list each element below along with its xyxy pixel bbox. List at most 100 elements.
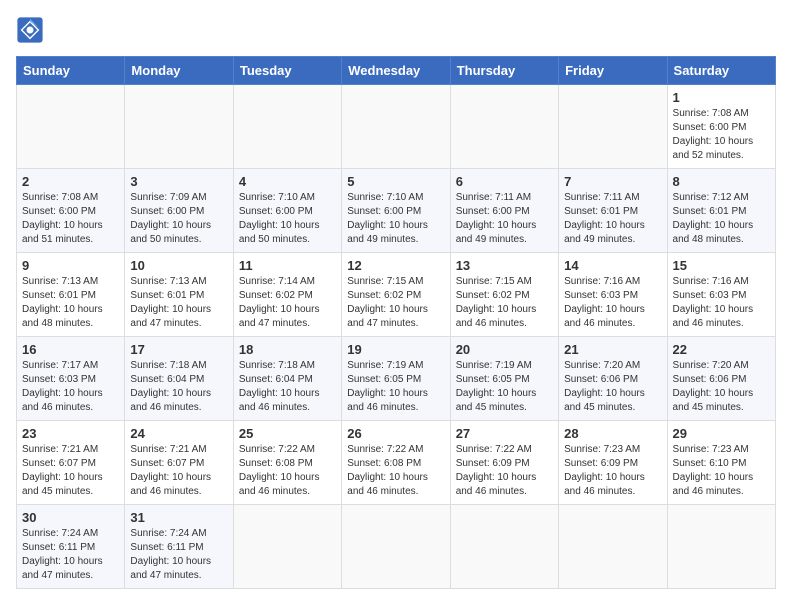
day-number: 31	[130, 510, 227, 525]
day-number: 25	[239, 426, 336, 441]
calendar-day-cell: 7 Sunrise: 7:11 AM Sunset: 6:01 PM Dayli…	[559, 169, 667, 253]
day-number: 4	[239, 174, 336, 189]
day-info: Sunrise: 7:21 AM Sunset: 6:07 PM Dayligh…	[22, 443, 119, 499]
calendar-day-cell	[342, 85, 450, 169]
day-number: 21	[564, 342, 661, 357]
calendar-day-cell: 11 Sunrise: 7:14 AM Sunset: 6:02 PM Dayl…	[233, 253, 341, 337]
calendar-day-cell: 13 Sunrise: 7:15 AM Sunset: 6:02 PM Dayl…	[450, 253, 558, 337]
day-info: Sunrise: 7:19 AM Sunset: 6:05 PM Dayligh…	[456, 359, 553, 415]
day-info: Sunrise: 7:22 AM Sunset: 6:09 PM Dayligh…	[456, 443, 553, 499]
day-number: 9	[22, 258, 119, 273]
calendar-day-cell: 29 Sunrise: 7:23 AM Sunset: 6:10 PM Dayl…	[667, 421, 775, 505]
calendar-day-cell: 6 Sunrise: 7:11 AM Sunset: 6:00 PM Dayli…	[450, 169, 558, 253]
day-info: Sunrise: 7:11 AM Sunset: 6:01 PM Dayligh…	[564, 191, 661, 247]
day-info: Sunrise: 7:18 AM Sunset: 6:04 PM Dayligh…	[130, 359, 227, 415]
calendar-day-cell: 14 Sunrise: 7:16 AM Sunset: 6:03 PM Dayl…	[559, 253, 667, 337]
weekday-header: Tuesday	[233, 57, 341, 85]
calendar-day-cell: 10 Sunrise: 7:13 AM Sunset: 6:01 PM Dayl…	[125, 253, 233, 337]
day-info: Sunrise: 7:15 AM Sunset: 6:02 PM Dayligh…	[456, 275, 553, 331]
calendar-day-cell	[667, 505, 775, 589]
calendar-day-cell: 12 Sunrise: 7:15 AM Sunset: 6:02 PM Dayl…	[342, 253, 450, 337]
logo	[16, 16, 48, 44]
calendar-day-cell: 1 Sunrise: 7:08 AM Sunset: 6:00 PM Dayli…	[667, 85, 775, 169]
day-number: 1	[673, 90, 770, 105]
calendar-day-cell: 20 Sunrise: 7:19 AM Sunset: 6:05 PM Dayl…	[450, 337, 558, 421]
calendar-day-cell: 8 Sunrise: 7:12 AM Sunset: 6:01 PM Dayli…	[667, 169, 775, 253]
calendar-day-cell: 9 Sunrise: 7:13 AM Sunset: 6:01 PM Dayli…	[17, 253, 125, 337]
calendar-week-row: 23 Sunrise: 7:21 AM Sunset: 6:07 PM Dayl…	[17, 421, 776, 505]
day-number: 20	[456, 342, 553, 357]
day-info: Sunrise: 7:10 AM Sunset: 6:00 PM Dayligh…	[239, 191, 336, 247]
day-info: Sunrise: 7:16 AM Sunset: 6:03 PM Dayligh…	[564, 275, 661, 331]
calendar-day-cell	[559, 505, 667, 589]
calendar-day-cell: 23 Sunrise: 7:21 AM Sunset: 6:07 PM Dayl…	[17, 421, 125, 505]
day-number: 24	[130, 426, 227, 441]
calendar-day-cell: 5 Sunrise: 7:10 AM Sunset: 6:00 PM Dayli…	[342, 169, 450, 253]
calendar-header-row: SundayMondayTuesdayWednesdayThursdayFrid…	[17, 57, 776, 85]
calendar-day-cell: 2 Sunrise: 7:08 AM Sunset: 6:00 PM Dayli…	[17, 169, 125, 253]
day-info: Sunrise: 7:20 AM Sunset: 6:06 PM Dayligh…	[564, 359, 661, 415]
calendar-week-row: 16 Sunrise: 7:17 AM Sunset: 6:03 PM Dayl…	[17, 337, 776, 421]
calendar-day-cell	[450, 505, 558, 589]
calendar-day-cell: 18 Sunrise: 7:18 AM Sunset: 6:04 PM Dayl…	[233, 337, 341, 421]
day-number: 27	[456, 426, 553, 441]
day-number: 16	[22, 342, 119, 357]
weekday-header: Saturday	[667, 57, 775, 85]
calendar-day-cell: 30 Sunrise: 7:24 AM Sunset: 6:11 PM Dayl…	[17, 505, 125, 589]
calendar-day-cell	[233, 85, 341, 169]
day-number: 18	[239, 342, 336, 357]
day-info: Sunrise: 7:20 AM Sunset: 6:06 PM Dayligh…	[673, 359, 770, 415]
calendar-day-cell: 28 Sunrise: 7:23 AM Sunset: 6:09 PM Dayl…	[559, 421, 667, 505]
day-info: Sunrise: 7:17 AM Sunset: 6:03 PM Dayligh…	[22, 359, 119, 415]
calendar-week-row: 1 Sunrise: 7:08 AM Sunset: 6:00 PM Dayli…	[17, 85, 776, 169]
weekday-header: Friday	[559, 57, 667, 85]
calendar-day-cell	[17, 85, 125, 169]
day-number: 15	[673, 258, 770, 273]
weekday-header: Sunday	[17, 57, 125, 85]
day-info: Sunrise: 7:14 AM Sunset: 6:02 PM Dayligh…	[239, 275, 336, 331]
day-info: Sunrise: 7:08 AM Sunset: 6:00 PM Dayligh…	[673, 107, 770, 163]
day-info: Sunrise: 7:22 AM Sunset: 6:08 PM Dayligh…	[239, 443, 336, 499]
day-info: Sunrise: 7:12 AM Sunset: 6:01 PM Dayligh…	[673, 191, 770, 247]
weekday-header: Wednesday	[342, 57, 450, 85]
day-info: Sunrise: 7:13 AM Sunset: 6:01 PM Dayligh…	[130, 275, 227, 331]
day-number: 12	[347, 258, 444, 273]
calendar-day-cell	[125, 85, 233, 169]
calendar-day-cell	[450, 85, 558, 169]
day-info: Sunrise: 7:23 AM Sunset: 6:10 PM Dayligh…	[673, 443, 770, 499]
day-number: 11	[239, 258, 336, 273]
day-info: Sunrise: 7:18 AM Sunset: 6:04 PM Dayligh…	[239, 359, 336, 415]
day-number: 6	[456, 174, 553, 189]
calendar-day-cell: 17 Sunrise: 7:18 AM Sunset: 6:04 PM Dayl…	[125, 337, 233, 421]
day-number: 14	[564, 258, 661, 273]
day-number: 19	[347, 342, 444, 357]
calendar-day-cell	[559, 85, 667, 169]
day-info: Sunrise: 7:08 AM Sunset: 6:00 PM Dayligh…	[22, 191, 119, 247]
calendar-day-cell: 31 Sunrise: 7:24 AM Sunset: 6:11 PM Dayl…	[125, 505, 233, 589]
calendar-day-cell: 15 Sunrise: 7:16 AM Sunset: 6:03 PM Dayl…	[667, 253, 775, 337]
day-number: 3	[130, 174, 227, 189]
day-number: 17	[130, 342, 227, 357]
logo-icon	[16, 16, 44, 44]
day-info: Sunrise: 7:21 AM Sunset: 6:07 PM Dayligh…	[130, 443, 227, 499]
day-number: 13	[456, 258, 553, 273]
day-info: Sunrise: 7:24 AM Sunset: 6:11 PM Dayligh…	[22, 527, 119, 583]
day-info: Sunrise: 7:15 AM Sunset: 6:02 PM Dayligh…	[347, 275, 444, 331]
day-number: 2	[22, 174, 119, 189]
day-number: 22	[673, 342, 770, 357]
calendar-day-cell: 22 Sunrise: 7:20 AM Sunset: 6:06 PM Dayl…	[667, 337, 775, 421]
calendar-table: SundayMondayTuesdayWednesdayThursdayFrid…	[16, 56, 776, 589]
calendar-day-cell	[342, 505, 450, 589]
page-header	[16, 16, 776, 44]
day-info: Sunrise: 7:10 AM Sunset: 6:00 PM Dayligh…	[347, 191, 444, 247]
weekday-header: Thursday	[450, 57, 558, 85]
day-number: 28	[564, 426, 661, 441]
calendar-day-cell: 19 Sunrise: 7:19 AM Sunset: 6:05 PM Dayl…	[342, 337, 450, 421]
day-info: Sunrise: 7:23 AM Sunset: 6:09 PM Dayligh…	[564, 443, 661, 499]
day-info: Sunrise: 7:22 AM Sunset: 6:08 PM Dayligh…	[347, 443, 444, 499]
calendar-day-cell: 24 Sunrise: 7:21 AM Sunset: 6:07 PM Dayl…	[125, 421, 233, 505]
day-number: 29	[673, 426, 770, 441]
calendar-day-cell: 26 Sunrise: 7:22 AM Sunset: 6:08 PM Dayl…	[342, 421, 450, 505]
day-info: Sunrise: 7:24 AM Sunset: 6:11 PM Dayligh…	[130, 527, 227, 583]
calendar-week-row: 2 Sunrise: 7:08 AM Sunset: 6:00 PM Dayli…	[17, 169, 776, 253]
